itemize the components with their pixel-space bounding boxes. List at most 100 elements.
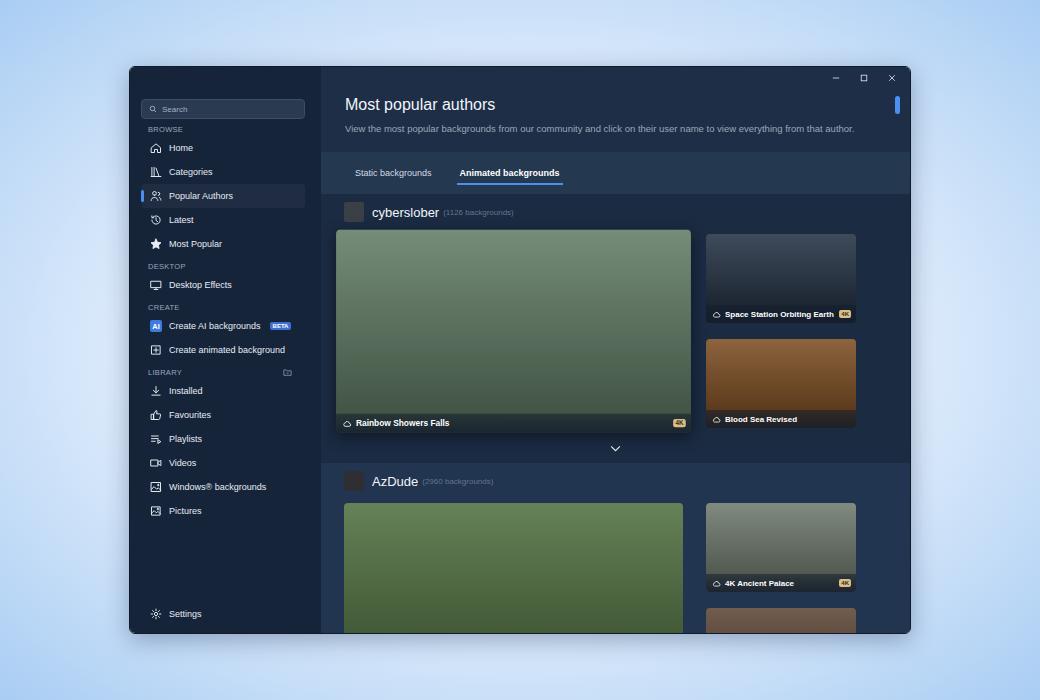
sidebar-item[interactable]: Categories (141, 160, 305, 184)
clock-icon (150, 214, 162, 226)
minimize-icon (832, 74, 840, 82)
sidebar-item[interactable]: Home (141, 136, 305, 160)
card-label: Blood Sea Revised (706, 410, 856, 428)
image-icon (150, 481, 162, 493)
background-card[interactable]: Blood Sea Revised (706, 339, 856, 428)
tab[interactable]: Static backgrounds (346, 152, 441, 194)
add-square-icon (150, 344, 162, 356)
close-button[interactable] (878, 67, 906, 89)
folder-icon[interactable] (283, 368, 292, 377)
resolution-badge: 4K (839, 579, 851, 587)
author-list: cyberslober (1126 backgrounds) Rainbow Sho… (321, 194, 910, 633)
close-icon (888, 74, 896, 82)
playlist-icon (150, 433, 162, 445)
card-title: Space Station Orbiting Earth (725, 310, 834, 319)
sidebar-item[interactable]: Installed (141, 379, 305, 403)
show-more-button[interactable] (321, 438, 910, 458)
sidebar-label: Home (169, 143, 193, 153)
card-label: 4K Ancient Palace4K (706, 574, 856, 592)
sidebar-label: Settings (169, 609, 202, 619)
sidebar-item[interactable]: Most Popular (141, 232, 305, 256)
picture-icon (150, 505, 162, 517)
sidebar-label: Categories (169, 167, 213, 177)
nav-section: LIBRARYInstalledFavouritesPlaylistsVideo… (141, 362, 305, 523)
author-name[interactable]: AzDude (372, 474, 418, 489)
sidebar-item[interactable]: Desktop Effects (141, 273, 305, 297)
card-label: Rainbow Showers Falls4K (336, 414, 691, 433)
sidebar-label: Windows® backgrounds (169, 482, 266, 492)
thumbs-up-icon (150, 409, 162, 421)
sidebar-item[interactable]: Playlists (141, 427, 305, 451)
animated-cloud-icon (712, 415, 721, 424)
selection-indicator (141, 190, 144, 202)
background-card[interactable]: Space Station Orbiting Earth 4K (706, 234, 856, 323)
tab-label: Static backgrounds (352, 168, 435, 185)
background-card[interactable] (344, 503, 683, 633)
ai-icon: AI (150, 320, 162, 332)
animated-cloud-icon (712, 579, 721, 588)
sidebar-item[interactable]: Pictures (141, 499, 305, 523)
search-field[interactable]: Search (141, 99, 305, 119)
author-count: (1126 backgrounds) (443, 208, 514, 217)
background-card[interactable] (706, 608, 856, 633)
nav-section: CREATE AI Create AI backgrounds BETA Create … (141, 297, 305, 362)
author-section: cyberslober (1126 backgrounds) Rainbow Sho… (321, 194, 910, 463)
sidebar-label: Videos (169, 458, 196, 468)
tab-strip: Static backgrounds Animated backgrounds (321, 152, 910, 194)
page-description: View the most popular backgrounds from o… (345, 122, 885, 136)
sidebar-item[interactable]: Videos (141, 451, 305, 475)
sidebar: Search BROWSE Home Categories Popular Author… (130, 67, 321, 633)
desktop: Search BROWSE Home Categories Popular Author… (0, 0, 1040, 700)
page-header: Most popular authors View the most popula… (321, 89, 910, 152)
minimize-button[interactable] (822, 67, 850, 89)
download-icon (150, 385, 162, 397)
author-avatar[interactable] (344, 471, 364, 491)
author-header: cyberslober (1126 backgrounds) (344, 202, 910, 222)
sidebar-label: Create animated background (169, 345, 285, 355)
card-label: Space Station Orbiting Earth 4K (706, 305, 856, 323)
author-name[interactable]: cyberslober (372, 205, 439, 220)
sidebar-item[interactable]: Popular Authors (141, 184, 305, 208)
sidebar-label: Most Popular (169, 239, 222, 249)
author-header: AzDude (2960 backgrounds) (344, 471, 910, 491)
side-cards: 4K Ancient Palace4K (706, 503, 856, 633)
sidebar-item[interactable]: AI Create AI backgrounds BETA (141, 314, 305, 338)
sidebar-label: Installed (169, 386, 203, 396)
sidebar-item[interactable]: Favourites (141, 403, 305, 427)
section-title: CREATE (141, 300, 305, 314)
magnifier-icon (149, 105, 157, 113)
page-title: Most popular authors (345, 95, 886, 115)
side-cards: Space Station Orbiting Earth 4K Blood Sea … (706, 234, 856, 428)
sidebar-label: Latest (169, 215, 194, 225)
maximize-button[interactable] (850, 67, 878, 89)
gear-icon (150, 608, 162, 620)
app-window: Search BROWSE Home Categories Popular Author… (129, 66, 911, 634)
window-controls (321, 67, 910, 89)
sidebar-item[interactable]: Latest (141, 208, 305, 232)
author-count: (2960 backgrounds) (422, 477, 493, 486)
background-card[interactable]: 4K Ancient Palace4K (706, 503, 856, 592)
sidebar-label: Create AI backgrounds (169, 321, 261, 331)
settings-item[interactable]: Settings (141, 602, 305, 626)
sidebar-item[interactable]: Create animated background (141, 338, 305, 362)
scrollbar-thumb[interactable] (895, 96, 900, 114)
beta-badge: BETA (270, 322, 292, 330)
resolution-badge: 4K (839, 310, 851, 318)
background-card[interactable]: Rainbow Showers Falls4K (336, 229, 691, 432)
section-title: BROWSE (141, 122, 305, 136)
sidebar-label: Pictures (169, 506, 202, 516)
maximize-icon (860, 74, 868, 82)
card-row: 4K Ancient Palace4K (344, 503, 910, 633)
chevron-down-icon (610, 445, 621, 452)
sidebar-item[interactable]: Windows® backgrounds (141, 475, 305, 499)
home-icon (150, 142, 162, 154)
author-avatar[interactable] (344, 202, 364, 222)
main-panel: Most popular authors View the most popula… (321, 67, 910, 633)
sidebar-label: Popular Authors (169, 191, 233, 201)
monitor-icon (150, 279, 162, 291)
resolution-badge: 4K (674, 419, 686, 427)
tab[interactable]: Animated backgrounds (451, 152, 569, 194)
nav-section: BROWSE Home Categories Popular Authors Lates… (141, 119, 305, 256)
animated-cloud-icon (712, 310, 721, 319)
animated-cloud-icon (342, 418, 351, 427)
